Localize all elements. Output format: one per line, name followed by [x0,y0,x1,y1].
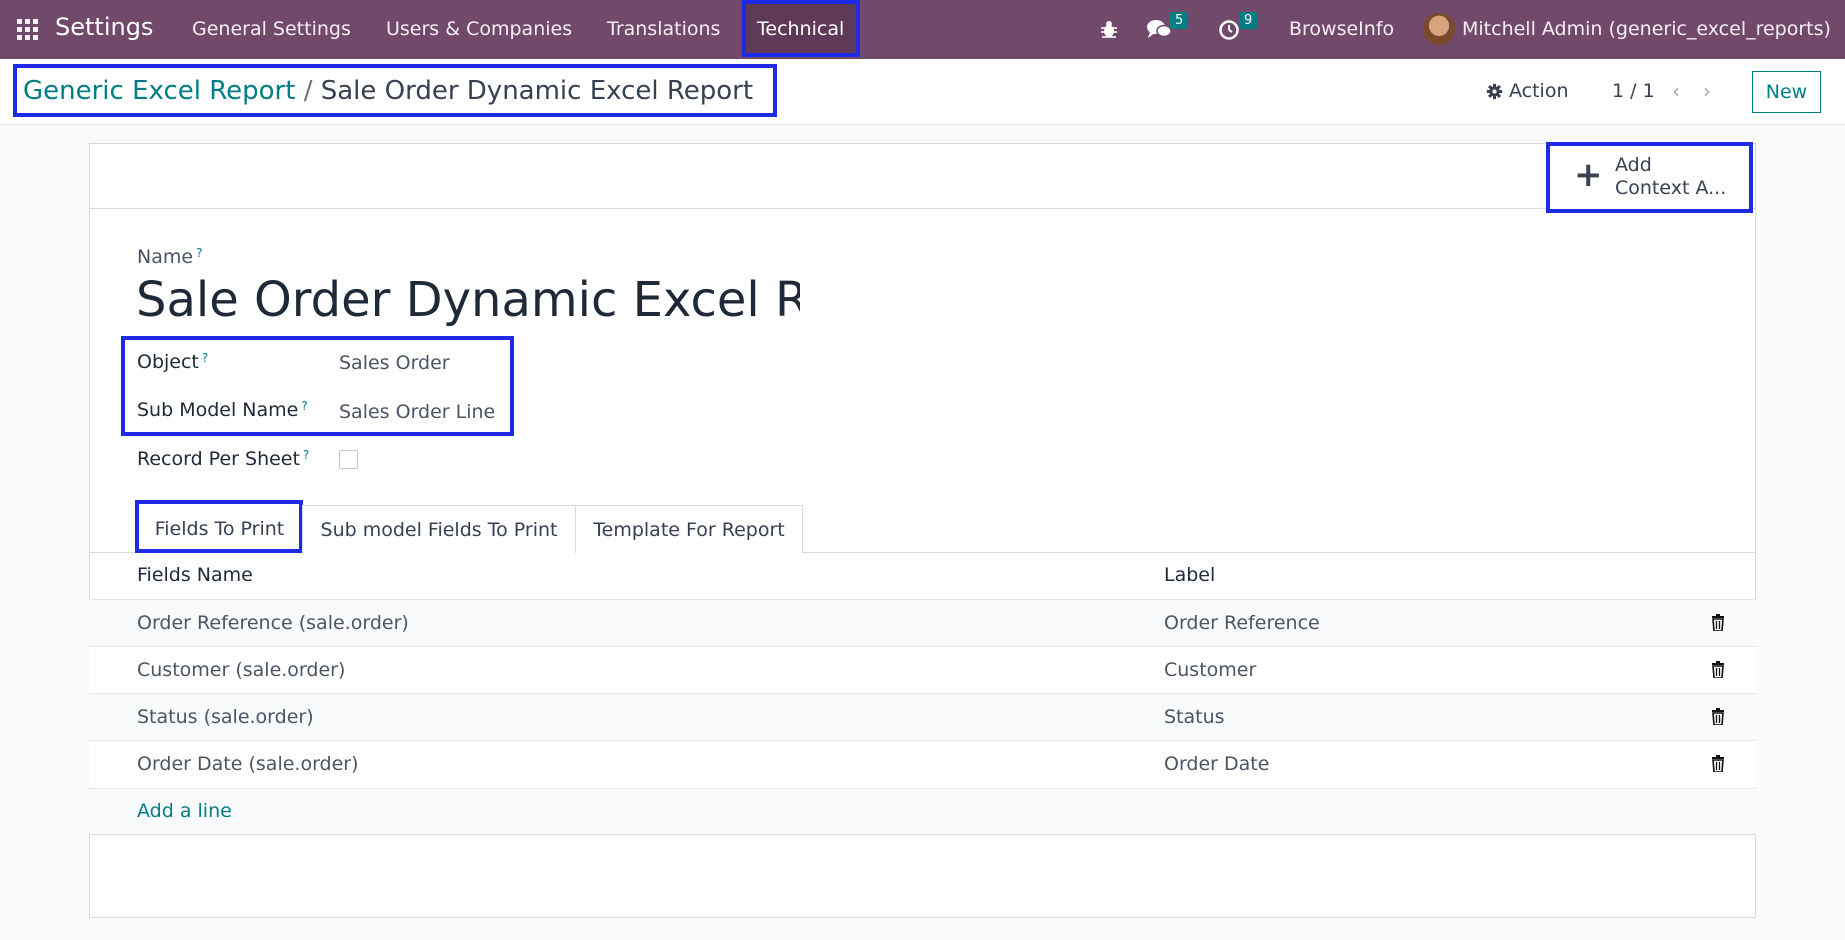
add-context-action-label: Add Context A... [1615,154,1726,200]
object-value[interactable]: Sales Order [339,352,450,374]
name-field-label: Name? [137,246,202,268]
label-cell: Order Reference [1164,612,1320,634]
record-per-sheet-checkbox[interactable] [339,450,358,469]
chat-icon[interactable] [1146,18,1172,40]
new-button[interactable]: New [1752,71,1821,113]
menu-technical-label: Technical [757,18,845,40]
sub-model-label: Sub Model Name? [137,399,308,421]
context-action-line2: Context A... [1615,177,1727,199]
pager-value[interactable]: 1 / 1 [1612,80,1655,102]
field-name-cell: Status (sale.order) [137,706,314,728]
label-cell: Customer [1164,659,1257,681]
avatar[interactable] [1423,13,1455,45]
trash-icon[interactable] [1711,708,1725,725]
menu-translations[interactable]: Translations [607,18,720,40]
table-row[interactable]: Status (sale.order) Status [89,693,1756,740]
record-per-sheet-label: Record Per Sheet? [137,448,309,470]
clock-icon[interactable] [1218,19,1240,41]
help-icon[interactable]: ? [202,351,208,365]
bug-icon[interactable] [1099,19,1119,39]
column-header-label[interactable]: Label [1164,564,1215,586]
tab-active-highlight [135,500,303,553]
object-label-text: Object [137,351,199,373]
sub-model-label-text: Sub Model Name [137,399,299,421]
label-cell: Order Date [1164,753,1270,775]
help-icon[interactable]: ? [196,246,202,260]
table-row[interactable]: Order Date (sale.order) Order Date [89,740,1756,787]
top-navbar: Settings General Settings Users & Compan… [0,0,1845,59]
label-cell: Status [1164,706,1225,728]
action-button[interactable]: Action [1486,80,1569,102]
action-label: Action [1509,80,1569,102]
breadcrumb-parent-link[interactable]: Generic Excel Report [23,76,295,106]
context-action-line1: Add [1615,154,1652,176]
messages-badge: 5 [1170,12,1189,29]
breadcrumb-current: Sale Order Dynamic Excel Report [320,76,754,106]
activities-badge: 9 [1239,12,1258,29]
pager-next-icon[interactable]: › [1703,79,1711,103]
company-switcher[interactable]: BrowseInfo [1289,18,1394,40]
breadcrumb: Generic Excel Report / Sale Order Dynami… [23,76,753,106]
app-name[interactable]: Settings [55,13,153,41]
sheet-header [89,143,1756,209]
help-icon[interactable]: ? [303,448,309,462]
apps-grid-icon[interactable] [17,19,38,40]
add-line-row [89,788,1756,835]
menu-general-settings[interactable]: General Settings [192,18,351,40]
trash-icon[interactable] [1711,755,1725,772]
column-header-fields-name[interactable]: Fields Name [137,564,253,586]
help-icon[interactable]: ? [301,399,307,413]
table-row[interactable]: Order Reference (sale.order) Order Refer… [89,599,1756,646]
add-a-line-link[interactable]: Add a line [137,800,232,822]
user-menu[interactable]: Mitchell Admin (generic_excel_reports) [1462,18,1831,40]
field-name-cell: Customer (sale.order) [137,659,346,681]
plus-icon: + [1574,155,1603,195]
sub-model-value[interactable]: Sales Order Line [339,401,495,423]
table-row[interactable]: Customer (sale.order) Customer [89,646,1756,693]
name-field-input[interactable]: Sale Order Dynamic Excel Re [136,272,800,328]
object-label: Object? [137,351,208,373]
trash-icon[interactable] [1711,661,1725,678]
table-bottom-border [89,834,1756,835]
record-per-sheet-label-text: Record Per Sheet [137,448,300,470]
pager-prev-icon[interactable]: ‹ [1672,79,1680,103]
menu-users-companies[interactable]: Users & Companies [386,18,572,40]
tab-sub-model-fields[interactable]: Sub model Fields To Print [302,505,576,553]
menu-technical[interactable]: Technical [742,0,860,57]
breadcrumb-separator: / [303,76,313,106]
tab-template-for-report[interactable]: Template For Report [575,505,803,553]
trash-icon[interactable] [1711,614,1725,631]
field-name-cell: Order Reference (sale.order) [137,612,409,634]
field-name-cell: Order Date (sale.order) [137,753,359,775]
gear-icon [1486,83,1503,99]
name-label-text: Name [137,246,194,268]
